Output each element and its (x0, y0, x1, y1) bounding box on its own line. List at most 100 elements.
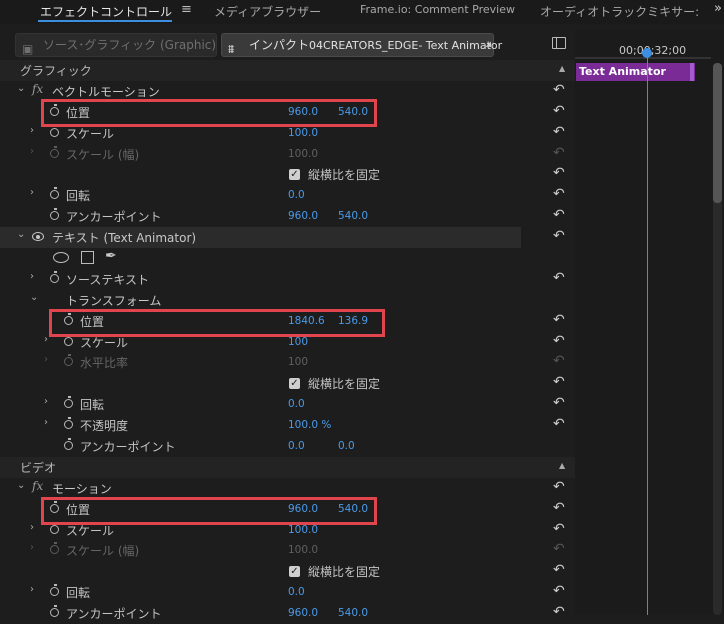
reset-icon[interactable]: ↶ (553, 334, 565, 348)
value-y[interactable]: 0.0 (338, 440, 355, 452)
panel-menu-icon[interactable]: ≡ (181, 2, 192, 17)
mini-timeline[interactable]: 00;00;32;00 Text Animator (575, 30, 724, 615)
reset-icon[interactable]: ↶ (553, 522, 565, 536)
chevron-right-icon[interactable]: › (30, 146, 34, 157)
fx-icon[interactable]: fx (32, 479, 43, 493)
chevron-right-icon[interactable]: › (30, 125, 34, 136)
reset-icon[interactable]: ↶ (553, 563, 565, 577)
reset-icon[interactable]: ↶ (553, 271, 565, 285)
chevron-right-icon[interactable]: › (30, 522, 34, 533)
value-rotation[interactable]: 0.0 (288, 398, 305, 410)
value-rotation[interactable]: 0.0 (288, 586, 305, 598)
section-header-video[interactable]: ビデオ ▲ (0, 456, 575, 478)
value-scale[interactable]: 100 (288, 336, 308, 348)
chevron-down-icon[interactable]: ⌄ (17, 480, 25, 491)
pen-mask-icon[interactable]: ✒ (105, 248, 117, 264)
reset-icon[interactable]: ↶ (553, 480, 565, 494)
source-clip-button[interactable]: ▣ ソース･グラフィック (Graphic) (15, 33, 217, 57)
stopwatch-icon[interactable] (50, 584, 59, 597)
chevron-right-icon[interactable]: › (30, 187, 34, 198)
uniform-scale-checkbox[interactable]: ✓ (289, 169, 300, 181)
stopwatch-icon[interactable] (50, 521, 59, 534)
value-opacity[interactable]: 100.0 % (288, 419, 331, 431)
chevron-down-icon[interactable]: ⌄ (17, 83, 25, 94)
uniform-scale-checkbox[interactable]: ✓ (289, 378, 300, 390)
tab-effect-controls[interactable]: エフェクトコントロール (40, 3, 172, 20)
clip-end-handle[interactable] (690, 63, 694, 81)
reset-icon[interactable]: ↶ (553, 501, 565, 515)
stopwatch-icon[interactable] (64, 396, 73, 409)
stopwatch-icon[interactable] (64, 438, 73, 451)
tab-media-browser[interactable]: メディアブラウザー (214, 3, 321, 20)
more-tabs-icon[interactable]: » (714, 1, 722, 16)
collapse-up-icon[interactable]: ▲ (559, 64, 565, 73)
param-label: 回転 (66, 586, 91, 601)
vertical-scrollbar[interactable] (713, 63, 722, 615)
timeline-clip[interactable]: Text Animator (576, 63, 695, 81)
chevron-right-icon[interactable]: › (30, 271, 34, 282)
value-x[interactable]: 960.0 (288, 607, 318, 619)
stopwatch-icon[interactable] (50, 605, 59, 618)
tab-frameio-comment[interactable]: Frame.io: Comment Preview (360, 3, 515, 16)
reset-icon[interactable]: ↶ (553, 104, 565, 118)
tab-audio-track-mixer[interactable]: オーディオトラックミキサー: テ (540, 3, 700, 20)
value-scale[interactable]: 100.0 (288, 127, 318, 139)
sequence-clip-dropdown[interactable]: ⩩ インパクト04CREATORS_EDGE- Text Animator ◢ (221, 33, 502, 57)
chevron-right-icon[interactable]: › (44, 417, 48, 428)
section-header-graphic[interactable]: グラフィック ▲ (0, 60, 575, 81)
chevron-right-icon[interactable]: › (30, 542, 34, 553)
section-title-graphic: グラフィック (20, 64, 92, 78)
param-label: アンカーポイント (80, 440, 176, 455)
collapse-up-icon[interactable]: ▲ (559, 461, 565, 470)
effect-text-layer[interactable]: ⌄ テキスト (Text Animator) ↶ (0, 227, 575, 249)
param-row-rotation: › 回転 0.0 ↶ (0, 394, 575, 415)
stopwatch-icon[interactable] (50, 187, 59, 200)
highlight-box-graphic-position (41, 99, 377, 127)
param-label: 水平比率 (80, 356, 129, 371)
rectangle-mask-icon[interactable] (81, 251, 94, 265)
toggle-timeline-view-icon[interactable] (552, 37, 566, 49)
uniform-scale-checkbox[interactable]: ✓ (289, 566, 300, 578)
value-scale[interactable]: 100.0 (288, 524, 318, 536)
param-label: スケール (幅) (66, 544, 140, 559)
param-row-scale-width: › スケール (幅) 100.0 ↶ (0, 144, 575, 165)
stopwatch-icon[interactable] (64, 417, 73, 430)
scrollbar-thumb[interactable] (713, 63, 722, 203)
chevron-down-icon[interactable]: ⌄ (30, 292, 38, 303)
value-x[interactable]: 0.0 (288, 440, 305, 452)
timeline-ruler[interactable] (575, 57, 711, 59)
reset-icon[interactable]: ↶ (553, 396, 565, 410)
chevron-right-icon[interactable]: › (44, 354, 48, 365)
chevron-down-icon[interactable]: ⌄ (17, 229, 25, 240)
reset-icon[interactable]: ↶ (553, 125, 565, 139)
playhead-handle[interactable] (642, 48, 652, 58)
chevron-right-icon[interactable]: › (44, 334, 48, 345)
stopwatch-icon[interactable] (64, 333, 73, 346)
value-y[interactable]: 540.0 (338, 607, 368, 619)
reset-icon[interactable]: ↶ (553, 166, 565, 180)
value-rotation[interactable]: 0.0 (288, 189, 305, 201)
reset-icon[interactable]: ↶ (553, 417, 565, 431)
stopwatch-icon (64, 354, 73, 367)
value-x[interactable]: 960.0 (288, 210, 318, 222)
reset-icon[interactable]: ↶ (553, 584, 565, 598)
reset-icon[interactable]: ↶ (553, 208, 565, 222)
value-scale-width: 100.0 (288, 147, 319, 160)
fx-icon[interactable]: fx (32, 82, 43, 96)
stopwatch-icon[interactable] (50, 208, 59, 221)
reset-icon[interactable]: ↶ (553, 229, 565, 243)
reset-icon[interactable]: ↶ (553, 375, 565, 389)
param-row-scale-width: › スケール (幅) 100.0 ↶ (0, 540, 575, 561)
chevron-right-icon[interactable]: › (30, 584, 34, 595)
reset-icon[interactable]: ↶ (553, 187, 565, 201)
stopwatch-icon[interactable] (50, 270, 59, 283)
effect-motion[interactable]: ⌄ fx モーション ↶ (0, 478, 575, 499)
value-y[interactable]: 540.0 (338, 210, 368, 222)
reset-icon[interactable]: ↶ (553, 605, 565, 619)
reset-icon[interactable]: ↶ (553, 83, 565, 97)
chevron-right-icon[interactable]: › (44, 396, 48, 407)
ellipse-mask-icon[interactable] (53, 252, 69, 264)
group-transform[interactable]: ⌄ トランスフォーム (0, 290, 575, 311)
reset-icon[interactable]: ↶ (553, 313, 565, 327)
stopwatch-icon[interactable] (50, 124, 59, 137)
